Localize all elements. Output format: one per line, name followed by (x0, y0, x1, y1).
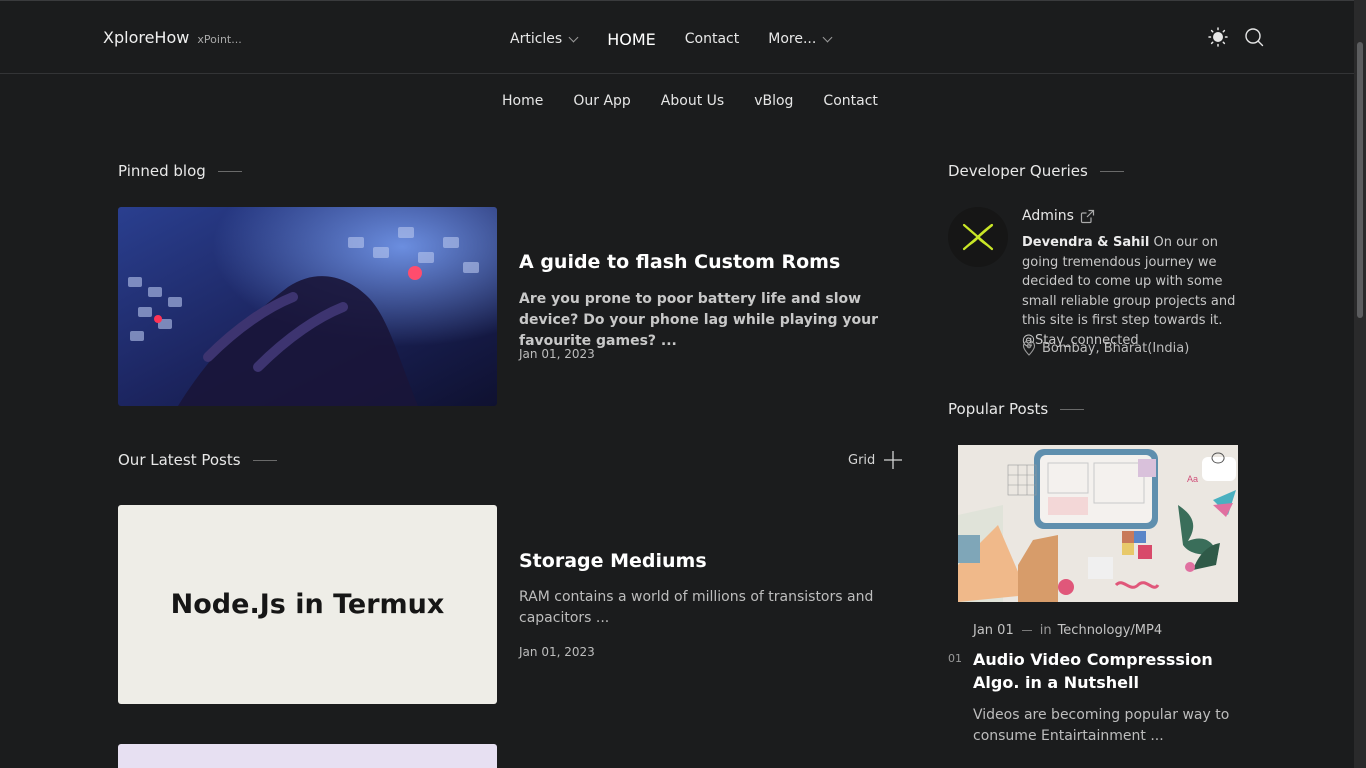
plus-icon (884, 451, 903, 469)
heading-divider (252, 459, 277, 461)
sun-icon (1208, 27, 1228, 47)
page-scrollbar[interactable] (1354, 0, 1366, 768)
main-nav: Articles HOME Contact More... (510, 27, 833, 51)
svg-text:Aa: Aa (1187, 474, 1198, 484)
pinned-post-excerpt: Are you prone to poor battery life and s… (519, 291, 879, 349)
subnav-home[interactable]: Home (502, 93, 543, 109)
external-link-icon (1080, 209, 1095, 223)
thumbnail-caption: Node.Js in Termux (170, 589, 445, 620)
brand-tagline: xPoint... (197, 33, 242, 46)
search-icon (1245, 28, 1264, 47)
admin-authors: Devendra & Sahil (1022, 235, 1150, 250)
nav-more[interactable]: More... (768, 31, 833, 47)
location-text: Bombay, Bharat(India) (1042, 340, 1190, 356)
latest-post-excerpt: RAM contains a world of millions of tran… (519, 589, 874, 626)
admins-link[interactable]: Admins (1022, 208, 1095, 224)
popular-post-title[interactable]: Audio Video Compresssion Algo. in a Nuts… (973, 648, 1263, 694)
latest-post-date: Jan 01, 2023 (519, 645, 595, 659)
pinned-post-date: Jan 01, 2023 (519, 347, 595, 361)
heading-divider (1099, 170, 1124, 172)
popular-post-meta: Jan 01 in Technology/MP4 (973, 623, 1162, 638)
pinned-thumbnail[interactable] (118, 207, 497, 406)
site-header: XploreHow xPoint... Articles HOME Contac… (0, 1, 1354, 74)
nav-contact[interactable]: Contact (685, 31, 739, 47)
popular-post-in-label: in (1039, 623, 1052, 638)
nav-articles-label: Articles (510, 31, 563, 47)
latest-heading: Our Latest Posts (118, 451, 277, 469)
chevron-down-icon (568, 32, 579, 42)
popular-post-date: Jan 01 (973, 623, 1014, 638)
location: Bombay, Bharat(India) (1022, 340, 1189, 356)
developer-heading: Developer Queries (948, 162, 1124, 180)
grid-toggle-label: Grid (848, 452, 876, 468)
grid-toggle-button[interactable]: Grid (848, 450, 903, 470)
popular-post-category[interactable]: Technology/MP4 (1058, 623, 1163, 638)
latest-post-thumbnail[interactable]: Node.Js in Termux (118, 505, 497, 704)
heading-divider (217, 170, 242, 172)
popular-post-thumbnail[interactable]: Aa (958, 445, 1238, 602)
subnav-contact[interactable]: Contact (823, 93, 877, 109)
workspace-illustration: Aa (958, 445, 1238, 602)
nav-home[interactable]: HOME (607, 30, 656, 49)
admin-bio-text: On our on going tremendous journey we de… (1022, 235, 1236, 348)
chevron-down-icon (822, 32, 833, 42)
brand-name: XploreHow (103, 28, 190, 47)
theme-toggle-button[interactable] (1208, 27, 1228, 47)
secondary-nav: Home Our App About Us vBlog Contact (502, 93, 878, 109)
popular-post-excerpt: Videos are becoming popular way to consu… (973, 707, 1230, 744)
heading-divider (1060, 408, 1085, 410)
nav-more-label: More... (768, 31, 817, 47)
subnav-vblog[interactable]: vBlog (754, 93, 793, 109)
header-tools (1208, 27, 1264, 47)
pinned-post-title[interactable]: A guide to flash Custom Roms (519, 251, 840, 273)
admin-bio: Devendra & Sahil On our on going tremend… (1022, 233, 1244, 351)
meta-divider (1021, 630, 1032, 631)
site-logo[interactable]: XploreHow xPoint... (103, 28, 242, 47)
popular-heading: Popular Posts (948, 400, 1085, 418)
scrollbar-thumb[interactable] (1357, 42, 1363, 318)
popular-post-number: 01 (948, 652, 962, 665)
pinned-heading-text: Pinned blog (118, 162, 206, 180)
latest-post-title[interactable]: Storage Mediums (519, 550, 707, 572)
latest-heading-text: Our Latest Posts (118, 451, 241, 469)
latest-post-thumbnail-2[interactable] (118, 744, 497, 768)
keyboard-image (118, 207, 497, 406)
subnav-about-us[interactable]: About Us (661, 93, 724, 109)
pinned-heading: Pinned blog (118, 162, 242, 180)
developer-heading-text: Developer Queries (948, 162, 1088, 180)
nav-articles[interactable]: Articles (510, 31, 579, 47)
popular-heading-text: Popular Posts (948, 400, 1049, 418)
subnav-our-app[interactable]: Our App (573, 93, 630, 109)
admins-label: Admins (1022, 208, 1074, 224)
map-pin-icon (1022, 340, 1036, 356)
avatar (948, 207, 1008, 267)
logo-icon (962, 223, 994, 251)
search-button[interactable] (1244, 27, 1264, 47)
